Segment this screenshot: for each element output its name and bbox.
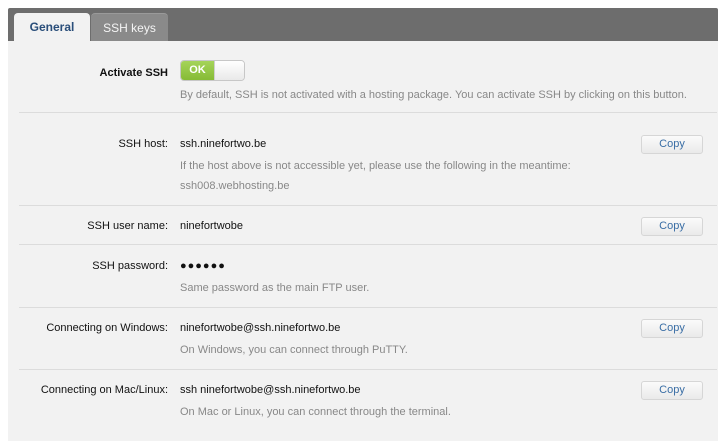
windows-connect-row: Connecting on Windows: ninefortwobe@ssh.… [19, 308, 717, 370]
ssh-password-row: SSH password: ●●●●●● Same password as th… [19, 245, 717, 308]
activate-ssh-row: Activate SSH OK By default, SSH is not a… [19, 41, 717, 113]
tab-ssh-keys[interactable]: SSH keys [91, 13, 168, 41]
ssh-host-fallback: ssh008.webhosting.be [180, 180, 290, 192]
mac-connect-value: ssh ninefortwobe@ssh.ninefortwo.be [180, 384, 361, 396]
ssh-host-row: SSH host: ssh.ninefortwo.be Copy If the … [19, 113, 717, 206]
ssh-user-label: SSH user name: [87, 220, 168, 232]
toggle-on-label: OK [181, 61, 214, 80]
activate-ssh-label: Activate SSH [99, 67, 168, 79]
windows-connect-hint: On Windows, you can connect through PuTT… [180, 344, 408, 356]
ssh-user-row: SSH user name: ninefortwobe Copy [19, 206, 717, 245]
mac-connect-hint: On Mac or Linux, you can connect through… [180, 406, 451, 418]
ssh-user-value: ninefortwobe [180, 220, 243, 232]
ssh-password-label: SSH password: [92, 260, 168, 272]
mac-connect-label: Connecting on Mac/Linux: [40, 384, 168, 396]
tab-general[interactable]: General [14, 13, 90, 41]
copy-windows-button[interactable]: Copy [641, 319, 703, 338]
mac-connect-row: Connecting on Mac/Linux: ssh ninefortwob… [19, 370, 717, 432]
toggle-knob [214, 61, 244, 80]
ssh-password-value: ●●●●●● [180, 260, 226, 272]
ssh-host-label: SSH host: [118, 138, 168, 150]
activate-ssh-hint: By default, SSH is not activated with a … [180, 89, 687, 101]
copy-mac-button[interactable]: Copy [641, 381, 703, 400]
ssh-password-hint: Same password as the main FTP user. [180, 282, 370, 294]
windows-connect-label: Connecting on Windows: [46, 322, 168, 334]
copy-user-button[interactable]: Copy [641, 217, 703, 236]
copy-host-button[interactable]: Copy [641, 135, 703, 154]
ssh-host-hint: If the host above is not accessible yet,… [180, 160, 571, 172]
windows-connect-value: ninefortwobe@ssh.ninefortwo.be [180, 322, 341, 334]
activate-ssh-toggle[interactable]: OK [180, 60, 245, 81]
ssh-host-value: ssh.ninefortwo.be [180, 138, 267, 150]
general-panel: Activate SSH OK By default, SSH is not a… [8, 41, 718, 441]
ssh-settings-window: General SSH keys Activate SSH OK By defa… [0, 0, 726, 447]
tab-bar: General SSH keys [8, 8, 718, 41]
